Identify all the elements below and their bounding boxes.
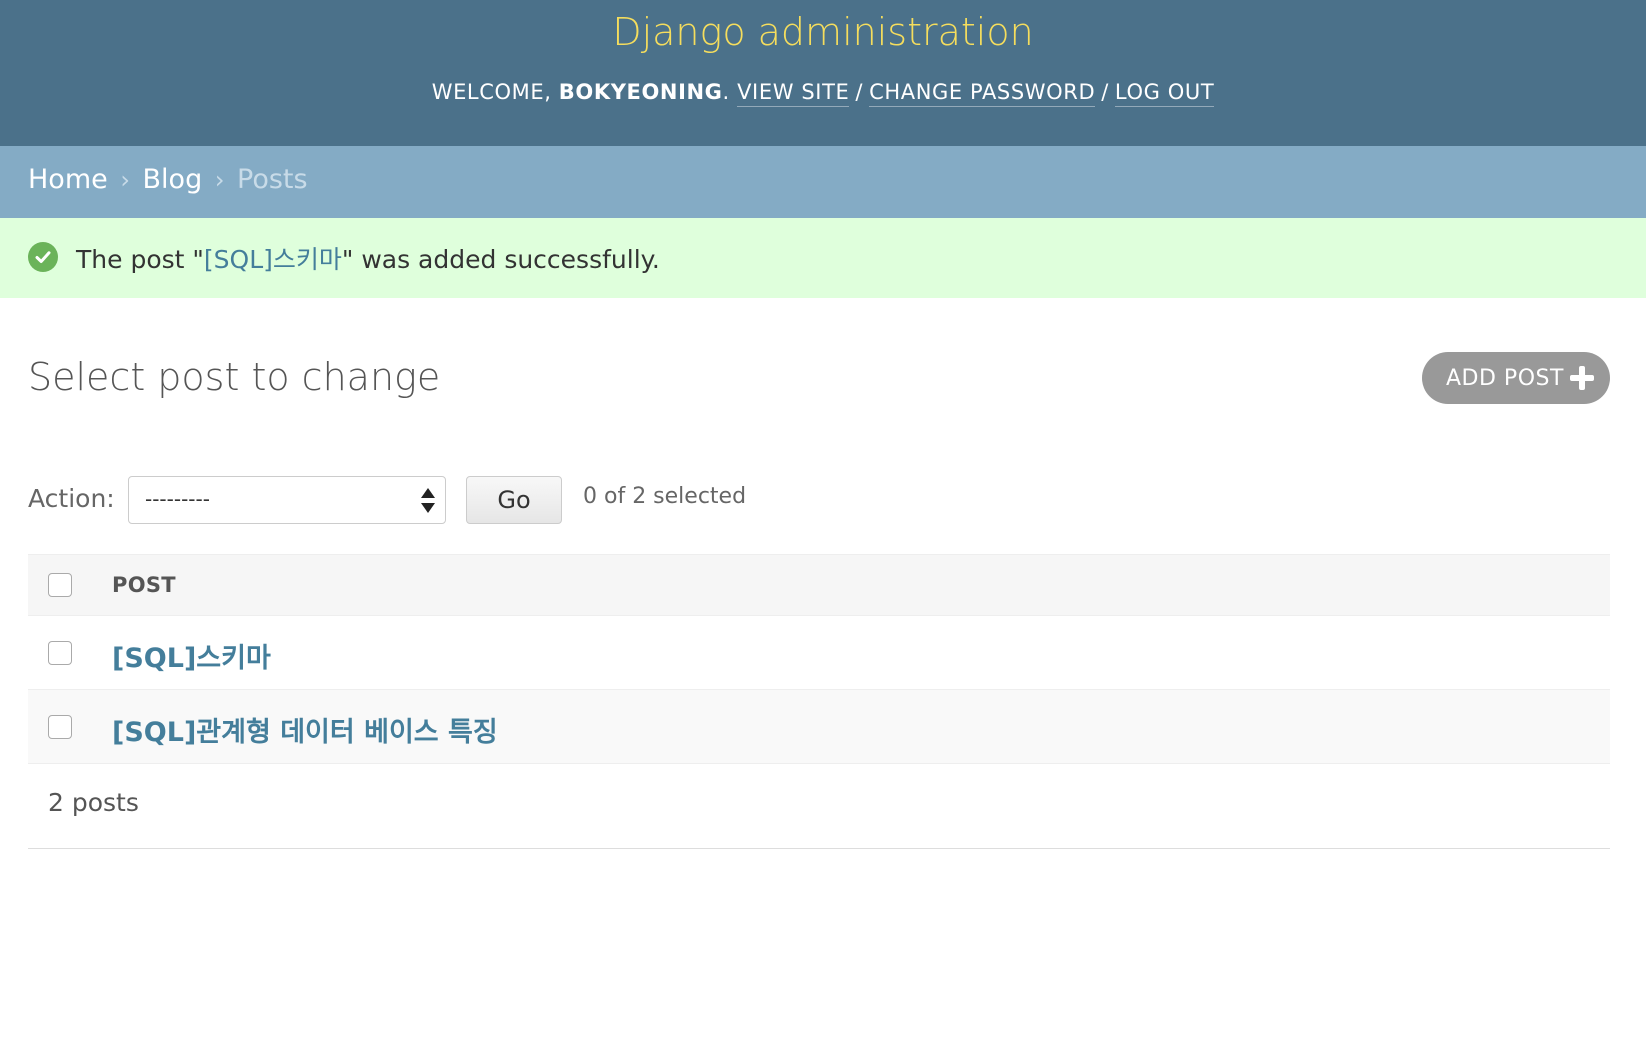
select-all-checkbox[interactable] — [48, 573, 72, 597]
results-table: POST [SQL]스키마 [SQL]관계형 데이터 베이스 특징 — [28, 554, 1610, 764]
check-circle-icon — [28, 242, 58, 272]
selected-count: 0 of 2 selected — [583, 484, 747, 509]
go-button[interactable]: Go — [466, 476, 562, 524]
breadcrumb-arrow: › — [214, 166, 225, 194]
action-label: Action: — [28, 484, 115, 513]
change-password-link[interactable]: CHANGE PASSWORD — [869, 80, 1096, 107]
add-post-button[interactable]: ADD POST — [1422, 352, 1610, 404]
separator: / — [1101, 80, 1109, 104]
table-row: [SQL]관계형 데이터 베이스 특징 — [28, 690, 1610, 764]
column-header-post[interactable]: POST — [112, 573, 176, 597]
header: Django administration WELCOME, BOKYEONIN… — [0, 0, 1646, 146]
breadcrumb-arrow: › — [120, 166, 130, 194]
message-post-link[interactable]: [SQL]스키마 — [204, 245, 342, 274]
plus-icon — [1570, 366, 1594, 390]
row-checkbox[interactable] — [48, 641, 72, 665]
separator: / — [855, 80, 864, 104]
log-out-link[interactable]: LOG OUT — [1114, 80, 1215, 107]
username: BOKYEONING — [558, 80, 723, 104]
breadcrumb-home[interactable]: Home — [28, 164, 108, 195]
action-select-value: --------- — [145, 487, 210, 511]
post-link[interactable]: [SQL]관계형 데이터 베이스 특징 — [112, 710, 498, 749]
add-post-label: ADD POST — [1446, 365, 1564, 391]
site-title[interactable]: Django administration — [0, 10, 1646, 54]
message-prefix: The post " — [76, 245, 204, 274]
breadcrumb-blog[interactable]: Blog — [143, 164, 203, 195]
action-select[interactable]: --------- — [128, 476, 446, 524]
message-text: The post "[SQL]스키마" was added successful… — [76, 240, 660, 276]
success-message: The post "[SQL]스키마" was added successful… — [0, 218, 1646, 298]
select-arrows-icon — [421, 486, 435, 516]
view-site-link[interactable]: VIEW SITE — [737, 80, 850, 107]
message-suffix: " was added successfully. — [341, 245, 660, 274]
post-link[interactable]: [SQL]스키마 — [112, 636, 271, 675]
welcome-suffix: . — [722, 80, 730, 104]
breadcrumb: Home › Blog › Posts — [0, 146, 1646, 218]
row-checkbox[interactable] — [48, 715, 72, 739]
page-title: Select post to change — [28, 355, 441, 399]
paginator: 2 posts — [28, 764, 1610, 849]
breadcrumb-current: Posts — [237, 164, 308, 195]
user-tools: WELCOME, BOKYEONING. VIEW SITE / CHANGE PA… — [0, 80, 1646, 107]
welcome-text: WELCOME, — [431, 80, 559, 104]
table-row: [SQL]스키마 — [28, 616, 1610, 690]
table-header: POST — [28, 554, 1610, 616]
